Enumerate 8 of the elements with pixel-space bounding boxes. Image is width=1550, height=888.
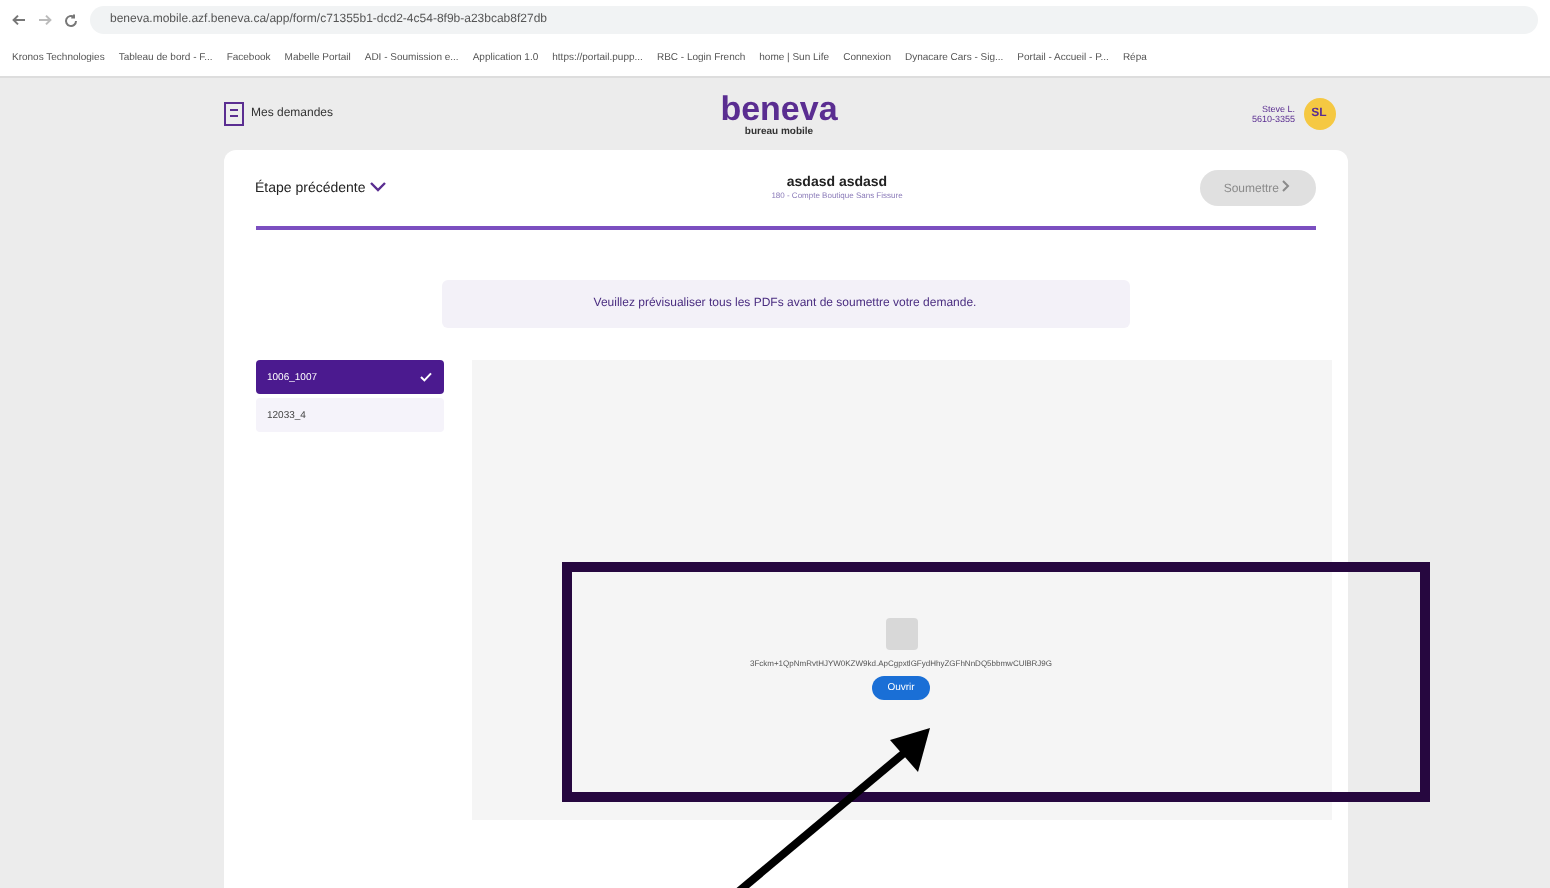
document-icon xyxy=(223,102,243,126)
chevron-right-icon xyxy=(1282,180,1291,192)
pdf-file-icon xyxy=(885,618,917,650)
chevron-down-icon xyxy=(369,182,386,193)
reload-icon[interactable] xyxy=(64,13,78,27)
back-arrow-icon[interactable] xyxy=(12,14,26,26)
logo: beneva xyxy=(720,91,838,125)
checkmark-icon xyxy=(419,372,431,382)
